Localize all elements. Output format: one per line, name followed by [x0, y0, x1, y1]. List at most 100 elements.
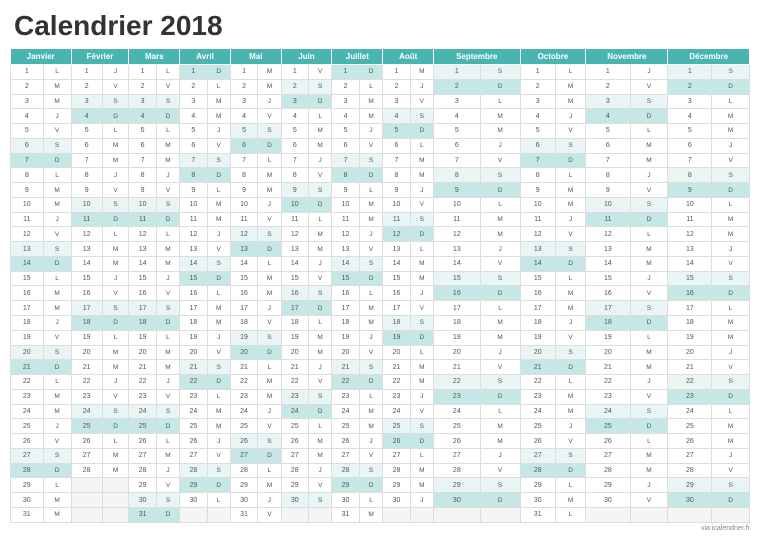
day-num: 1	[332, 65, 359, 80]
day-letter: J	[258, 493, 281, 508]
day-num: 20	[586, 345, 630, 360]
calendar-table: Janvier Février Mars Avril Mai Juin Juil…	[10, 48, 750, 523]
day-letter: L	[712, 94, 750, 109]
day-num: 20	[434, 345, 481, 360]
day-letter: D	[712, 493, 750, 508]
day-num: 16	[230, 286, 257, 301]
day-letter: L	[555, 478, 585, 493]
day-num: 25	[586, 419, 630, 434]
day-num: 14	[383, 256, 410, 271]
table-row: 13S13M13M13V13D13M13V13L13J13S13M13J	[11, 242, 750, 257]
day-num: 15	[71, 271, 102, 286]
month-feb: Février	[71, 49, 129, 65]
day-letter: M	[102, 448, 129, 463]
day-num: 17	[71, 301, 102, 316]
day-letter: S	[308, 493, 331, 508]
day-letter: S	[308, 79, 331, 94]
day-letter: S	[480, 168, 520, 183]
day-letter: M	[410, 256, 433, 271]
day-num: 10	[520, 197, 555, 212]
day-num: 27	[434, 448, 481, 463]
day-num: 4	[434, 109, 481, 124]
day-letter: L	[308, 109, 331, 124]
day-letter: M	[308, 242, 331, 257]
day-num: 27	[129, 448, 156, 463]
day-letter: V	[207, 448, 230, 463]
day-num: 13	[230, 242, 257, 257]
day-num: 25	[434, 419, 481, 434]
table-row: 16M16V16V16L16M16S16L16J16D16M16V16D	[11, 286, 750, 301]
day-num: 29	[332, 478, 359, 493]
day-num: 22	[332, 375, 359, 390]
day-num: 13	[71, 242, 102, 257]
day-num: 4	[586, 109, 630, 124]
day-num: 9	[281, 183, 308, 198]
day-letter: M	[258, 389, 281, 404]
day-letter: J	[102, 168, 129, 183]
day-num: 29	[668, 478, 712, 493]
table-row: 21D21M21M21S21L21J21S21M21V21D21M21V	[11, 360, 750, 375]
day-num: 4	[71, 109, 102, 124]
table-row: 3M3S3S3M3J3D3M3V3L3M3S3L	[11, 94, 750, 109]
day-num: 20	[520, 345, 555, 360]
day-letter: J	[555, 109, 585, 124]
day-letter: L	[359, 79, 383, 94]
day-letter: S	[410, 109, 433, 124]
day-letter: L	[207, 493, 230, 508]
day-letter: L	[207, 183, 230, 198]
table-row: 25J25D25D25M25V25L25M25S25M25J25D25M	[11, 419, 750, 434]
day-num: 3	[71, 94, 102, 109]
day-num	[668, 507, 712, 522]
day-letter: M	[43, 79, 71, 94]
day-num: 3	[180, 94, 207, 109]
day-letter: M	[410, 463, 433, 478]
day-letter: L	[630, 227, 668, 242]
day-letter: L	[308, 212, 331, 227]
day-num: 12	[383, 227, 410, 242]
day-num: 30	[230, 493, 257, 508]
day-num: 29	[383, 478, 410, 493]
day-letter: V	[410, 197, 433, 212]
day-letter: V	[359, 138, 383, 153]
day-letter: M	[630, 242, 668, 257]
day-num: 4	[180, 109, 207, 124]
day-letter: V	[258, 212, 281, 227]
day-num: 19	[129, 330, 156, 345]
day-letter: D	[156, 212, 179, 227]
month-apr: Avril	[180, 49, 231, 65]
day-num: 1	[383, 65, 410, 80]
day-num: 27	[230, 448, 257, 463]
day-num: 12	[586, 227, 630, 242]
day-num: 9	[230, 183, 257, 198]
day-num: 16	[180, 286, 207, 301]
day-num: 25	[520, 419, 555, 434]
day-letter: J	[555, 419, 585, 434]
day-num: 9	[520, 183, 555, 198]
day-letter: D	[156, 109, 179, 124]
day-num: 9	[332, 183, 359, 198]
day-letter: S	[359, 463, 383, 478]
day-num: 9	[180, 183, 207, 198]
day-num: 19	[11, 330, 44, 345]
day-num: 1	[586, 65, 630, 80]
day-letter: D	[43, 256, 71, 271]
day-letter: M	[359, 404, 383, 419]
day-letter: J	[43, 419, 71, 434]
table-row: 12V12L12L12J12S12M12J12D12M12V12L12M	[11, 227, 750, 242]
day-num: 15	[180, 271, 207, 286]
day-num: 20	[71, 345, 102, 360]
day-num: 8	[332, 168, 359, 183]
day-num: 1	[129, 65, 156, 80]
day-num: 9	[434, 183, 481, 198]
day-num: 18	[180, 316, 207, 331]
day-num: 5	[383, 124, 410, 139]
day-num: 28	[11, 463, 44, 478]
day-letter: J	[308, 463, 331, 478]
month-mar: Mars	[129, 49, 180, 65]
day-num	[180, 507, 207, 522]
day-letter: V	[156, 286, 179, 301]
day-num: 26	[180, 434, 207, 449]
day-num: 1	[11, 65, 44, 80]
day-num: 4	[129, 109, 156, 124]
day-letter: L	[207, 79, 230, 94]
